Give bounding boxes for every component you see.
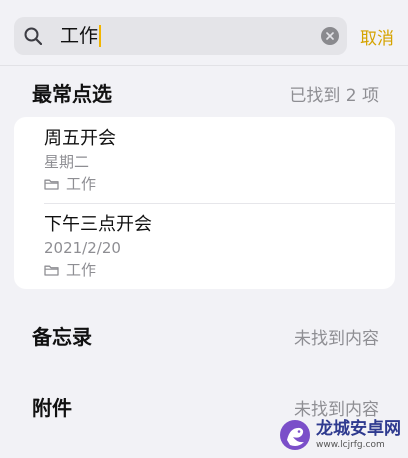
search-input[interactable]: 工作 [60,25,102,47]
close-icon [326,32,334,40]
watermark-url: www.lcjrfg.com [316,439,385,450]
header-divider [0,65,408,66]
notes-status: 未找到内容 [294,329,379,349]
dragon-logo-icon [280,419,310,450]
watermark: 龙城安卓网 www.lcjrfg.com [278,411,408,458]
notes-search-screen: { "search": { "query": "工作", "cancel_lab… [0,0,408,458]
note-folder: 工作 [44,174,116,194]
note-folder: 工作 [44,260,152,280]
watermark-name: 龙城安卓网 [316,418,401,439]
section-title-top-hits: 最常点选 [32,82,112,106]
clear-search-button[interactable] [321,27,339,45]
top-hits-card: 周五开会 星期二 工作 下午三点开会 2021/2/20 工作 [14,117,395,289]
search-field[interactable]: 工作 [14,17,347,55]
list-item[interactable]: 下午三点开会 2021/2/20 工作 [44,214,152,280]
section-title-attachments: 附件 [32,396,72,420]
folder-icon [44,179,59,190]
cancel-button[interactable]: 取消 [360,24,394,49]
section-title-notes: 备忘录 [32,325,92,349]
folder-name: 工作 [66,261,97,279]
text-cursor [99,25,102,47]
note-title: 下午三点开会 [44,214,152,235]
folder-icon [44,265,59,276]
row-divider [44,203,395,204]
note-title: 周五开会 [44,128,116,149]
note-date: 2021/2/20 [44,239,121,257]
search-icon [24,27,42,45]
top-hits-count: 已找到 2 项 [289,86,379,106]
folder-name: 工作 [66,175,97,193]
search-query-text: 工作 [60,25,99,47]
list-item[interactable]: 周五开会 星期二 工作 [44,128,116,194]
note-date: 星期二 [44,153,90,171]
